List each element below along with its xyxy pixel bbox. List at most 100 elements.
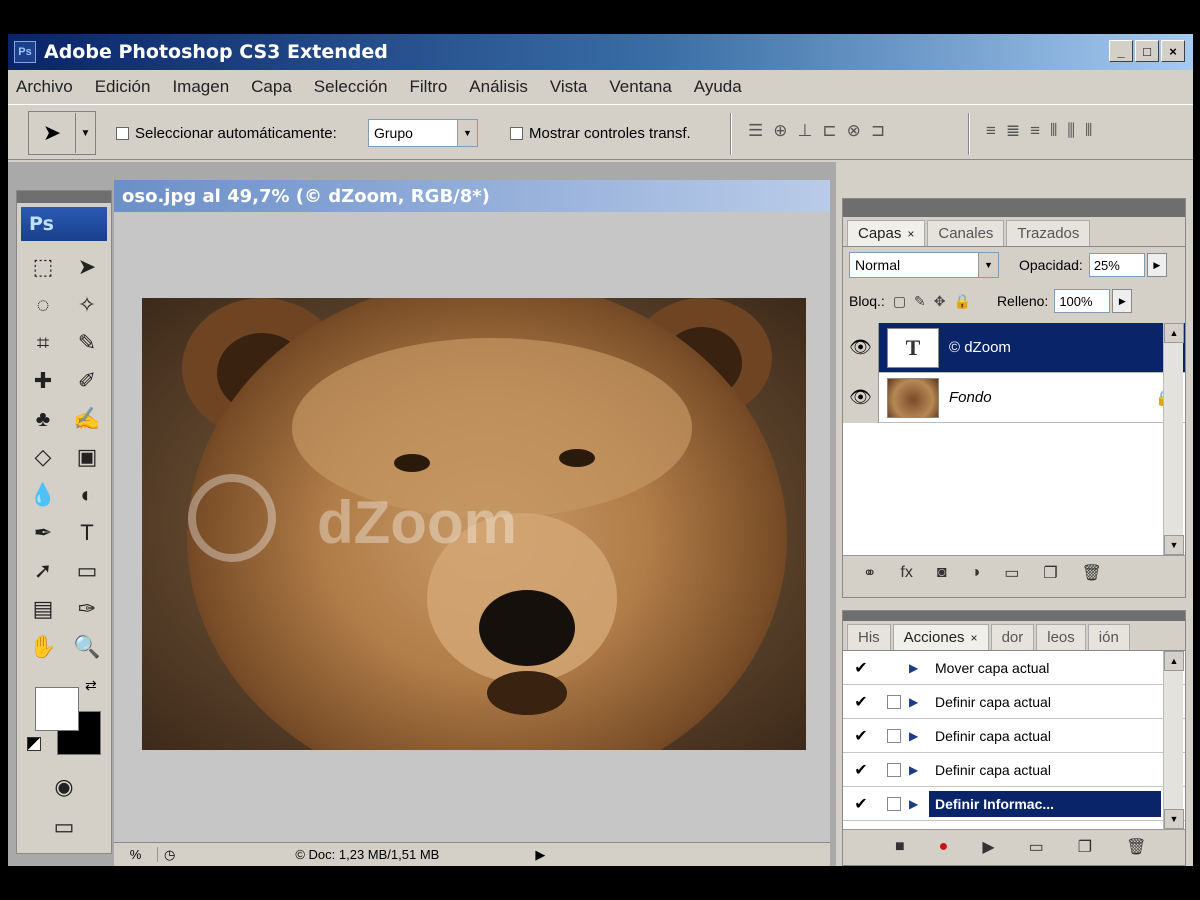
- brush-tool-icon[interactable]: ✐: [65, 365, 109, 397]
- check-icon[interactable]: ✔: [843, 760, 879, 780]
- check-icon[interactable]: ✔: [843, 692, 879, 712]
- auto-select-checkbox[interactable]: Seleccionar automáticamente:: [116, 125, 337, 142]
- eraser-tool-icon[interactable]: ◇: [21, 441, 65, 473]
- tab-canales[interactable]: Canales: [927, 220, 1005, 246]
- menu-vista[interactable]: Vista: [550, 77, 588, 97]
- align-left-icon[interactable]: ⊏: [822, 121, 836, 141]
- align-bottom-icon[interactable]: ⊥: [798, 121, 813, 141]
- zoom-tool-icon[interactable]: 🔍: [65, 631, 109, 663]
- crop-tool-icon[interactable]: ⌗: [21, 327, 65, 359]
- dialog-toggle[interactable]: [879, 694, 909, 709]
- type-tool-icon[interactable]: T: [65, 517, 109, 549]
- auto-select-dropdown[interactable]: Grupo ▼: [368, 119, 478, 147]
- menu-seleccion[interactable]: Selección: [314, 77, 388, 97]
- dialog-toggle-box[interactable]: [887, 762, 901, 777]
- lasso-tool-icon[interactable]: ◌: [21, 289, 65, 321]
- distribute-vcenter-icon[interactable]: ≣: [1006, 121, 1020, 141]
- document-title[interactable]: oso.jpg al 49,7% (© dZoom, RGB/8*): [114, 180, 830, 212]
- marquee-tool-icon[interactable]: ⬚: [21, 251, 65, 283]
- stop-icon[interactable]: ■: [895, 838, 905, 856]
- gradient-tool-icon[interactable]: ▣: [65, 441, 109, 473]
- chevron-down-icon[interactable]: ▼: [457, 120, 477, 146]
- menu-ayuda[interactable]: Ayuda: [694, 77, 742, 97]
- menu-ventana[interactable]: Ventana: [609, 77, 671, 97]
- tab-informacion[interactable]: ión: [1087, 624, 1130, 650]
- expand-triangle-icon[interactable]: ▶: [909, 695, 929, 709]
- check-icon[interactable]: ✔: [843, 794, 879, 814]
- screen-mode-icon[interactable]: ▭: [17, 811, 111, 843]
- hand-tool-icon[interactable]: ✋: [21, 631, 65, 663]
- tab-historia[interactable]: His: [847, 624, 891, 650]
- toolbox-grip[interactable]: [17, 191, 111, 203]
- layer-mask-icon[interactable]: ◙: [937, 564, 947, 582]
- image-canvas[interactable]: dZoom: [142, 298, 806, 750]
- expand-triangle-icon[interactable]: ▶: [909, 797, 929, 811]
- align-vcenter-icon[interactable]: ⊕: [773, 121, 787, 141]
- dialog-toggle[interactable]: [879, 762, 909, 777]
- status-menu-icon[interactable]: ◷: [164, 847, 175, 863]
- action-row[interactable]: ✔ ▶ Definir capa actual: [843, 753, 1185, 787]
- eye-icon[interactable]: 👁: [843, 322, 879, 373]
- shape-tool-icon[interactable]: ▭: [65, 555, 109, 587]
- distribute-top-icon[interactable]: ≡: [986, 121, 996, 141]
- distribute-bottom-icon[interactable]: ≡: [1030, 121, 1040, 141]
- checkbox-box[interactable]: [116, 127, 129, 140]
- close-icon[interactable]: ×: [971, 631, 978, 645]
- default-colors-icon[interactable]: [27, 737, 41, 751]
- new-layer-icon[interactable]: ❐: [1043, 563, 1057, 583]
- blur-tool-icon[interactable]: 💧: [21, 479, 65, 511]
- menu-imagen[interactable]: Imagen: [172, 77, 229, 97]
- fill-slider-button[interactable]: ▶: [1112, 289, 1133, 313]
- play-icon[interactable]: ▶: [982, 837, 994, 857]
- menu-edicion[interactable]: Edición: [95, 77, 151, 97]
- swap-colors-icon[interactable]: ⇄: [85, 677, 97, 694]
- layers-scrollbar[interactable]: ▲ ▼: [1163, 323, 1184, 555]
- trash-icon[interactable]: 🗑: [1082, 563, 1102, 583]
- tab-capas[interactable]: Capas ×: [847, 220, 926, 246]
- close-icon[interactable]: ×: [907, 227, 914, 241]
- dodge-tool-icon[interactable]: ◐: [65, 479, 109, 511]
- trash-icon[interactable]: 🗑: [1126, 837, 1146, 857]
- new-action-icon[interactable]: ❐: [1078, 837, 1092, 857]
- tab-pinceles[interactable]: leos: [1036, 624, 1086, 650]
- action-row[interactable]: ✔ ▶ Definir capa actual: [843, 685, 1185, 719]
- layer-row[interactable]: 👁 T © dZoom: [843, 322, 1185, 373]
- distribute-right-icon[interactable]: ⫴: [1085, 121, 1092, 141]
- eye-icon[interactable]: 👁: [843, 372, 879, 423]
- magic-wand-tool-icon[interactable]: ✧: [65, 289, 109, 321]
- slice-tool-icon[interactable]: ✎: [65, 327, 109, 359]
- quick-mask-icon[interactable]: ◉: [17, 771, 111, 803]
- blend-mode-dropdown[interactable]: Normal ▼: [849, 252, 999, 278]
- play-icon[interactable]: ▶: [535, 847, 545, 863]
- scroll-up-icon[interactable]: ▲: [1164, 651, 1184, 671]
- notes-tool-icon[interactable]: ▤: [21, 593, 65, 625]
- link-layers-icon[interactable]: ⚭: [863, 563, 876, 583]
- new-set-icon[interactable]: ▭: [1029, 837, 1044, 857]
- menu-analisis[interactable]: Análisis: [469, 77, 528, 97]
- dialog-toggle-box[interactable]: [887, 728, 901, 743]
- checkbox-box[interactable]: [510, 127, 523, 140]
- check-icon[interactable]: ✔: [843, 726, 879, 746]
- action-row[interactable]: ✔ ▶ Definir Informac...: [843, 787, 1185, 821]
- show-transform-checkbox[interactable]: Mostrar controles transf.: [510, 125, 691, 142]
- expand-triangle-icon[interactable]: ▶: [909, 661, 929, 675]
- move-tool-icon[interactable]: ➤: [65, 251, 109, 283]
- scroll-up-icon[interactable]: ▲: [1164, 323, 1184, 343]
- dialog-toggle-box[interactable]: [887, 694, 901, 709]
- scroll-down-icon[interactable]: ▼: [1164, 535, 1184, 555]
- zoom-field[interactable]: %: [114, 847, 158, 862]
- tab-navegador[interactable]: dor: [990, 624, 1035, 650]
- maximize-button[interactable]: □: [1135, 40, 1159, 62]
- dialog-toggle[interactable]: [879, 796, 909, 811]
- action-row[interactable]: ✔ ▶ Mover capa actual: [843, 651, 1185, 685]
- panel-grip[interactable]: [843, 199, 1185, 217]
- expand-triangle-icon[interactable]: ▶: [909, 729, 929, 743]
- lock-options-icons[interactable]: ▢✎✥🔒: [893, 293, 979, 310]
- distribute-hcenter-icon[interactable]: ⫼: [1067, 121, 1075, 141]
- menu-filtro[interactable]: Filtro: [410, 77, 448, 97]
- new-group-icon[interactable]: ▭: [1004, 563, 1019, 583]
- layer-style-icon[interactable]: fx: [900, 564, 912, 582]
- path-selection-tool-icon[interactable]: ➚: [21, 555, 65, 587]
- align-right-icon[interactable]: ⊐: [871, 121, 885, 141]
- dialog-toggle[interactable]: [879, 728, 909, 743]
